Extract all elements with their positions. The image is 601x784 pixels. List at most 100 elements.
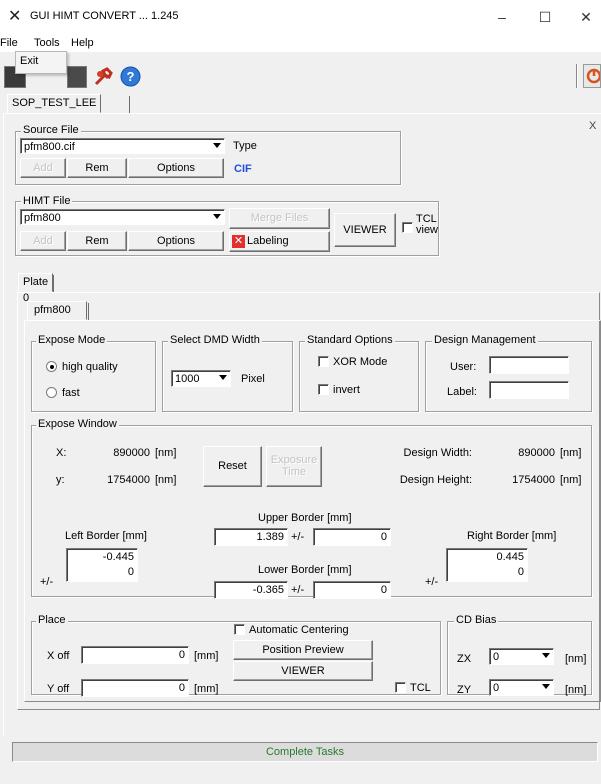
design-height-unit: [nm] bbox=[560, 474, 582, 486]
chevron-down-icon bbox=[219, 375, 227, 380]
himt-file-group-title: HIMT File bbox=[21, 195, 73, 207]
reset-button[interactable]: Reset bbox=[203, 446, 262, 487]
menu-file[interactable]: File bbox=[0, 37, 18, 49]
power-icon[interactable] bbox=[583, 64, 601, 88]
x-off-unit: [mm] bbox=[194, 650, 219, 662]
position-preview-button[interactable]: Position Preview bbox=[233, 640, 373, 660]
type-label: Type bbox=[233, 140, 257, 152]
user-input[interactable] bbox=[489, 356, 569, 374]
fast-radio[interactable] bbox=[46, 387, 57, 398]
labeling-button[interactable]: ✕ Labeling bbox=[229, 231, 330, 252]
x-value: 890000 bbox=[113, 447, 150, 459]
zx-unit: [nm] bbox=[565, 653, 587, 665]
high-quality-radio[interactable] bbox=[46, 361, 57, 372]
auto-centering-label: Automatic Centering bbox=[249, 624, 349, 636]
menu-item-exit[interactable]: Exit bbox=[20, 55, 38, 67]
upper-tolerance-input[interactable]: 0 bbox=[313, 528, 391, 546]
left-border-input[interactable]: -0.445 0 bbox=[66, 548, 138, 582]
lower-border-input[interactable]: -0.365 bbox=[214, 581, 288, 599]
himt-file-select[interactable]: pfm800 bbox=[20, 209, 225, 225]
plate-tab-divider bbox=[53, 275, 54, 292]
dmd-width-group-title: Select DMD Width bbox=[168, 334, 262, 346]
label-label: Label: bbox=[447, 386, 477, 398]
zy-value: 0 bbox=[493, 682, 500, 694]
x-unit: [nm] bbox=[155, 447, 177, 459]
right-pm-label: +/- bbox=[425, 576, 439, 588]
tab-sop-test-lee[interactable]: SOP_TEST_LEE bbox=[7, 94, 102, 113]
design-width-unit: [nm] bbox=[560, 447, 582, 459]
design-height-label: Design Height: bbox=[399, 474, 472, 486]
svg-text:?: ? bbox=[127, 69, 135, 84]
maximize-button[interactable]: ☐ bbox=[527, 4, 563, 30]
merge-files-button[interactable]: Merge Files bbox=[229, 208, 330, 229]
himt-rem-button[interactable]: Rem bbox=[67, 231, 127, 251]
place-viewer-button[interactable]: VIEWER bbox=[233, 661, 373, 681]
xor-mode-label: XOR Mode bbox=[333, 356, 388, 368]
x-label: X: bbox=[56, 447, 67, 459]
auto-centering-checkbox[interactable] bbox=[234, 624, 245, 635]
y-off-input[interactable]: 0 bbox=[81, 679, 189, 697]
dmd-unit-label: Pixel bbox=[241, 373, 265, 385]
design-management-group bbox=[425, 341, 592, 412]
place-tcl-label: TCL bbox=[410, 682, 431, 694]
left-border-label: Left Border [mm] bbox=[65, 530, 147, 542]
dmd-width-select[interactable]: 1000 bbox=[171, 370, 231, 387]
right-border-input[interactable]: 0.445 0 bbox=[446, 548, 528, 582]
lower-pm-label: +/- bbox=[291, 584, 305, 596]
zy-select[interactable]: 0 bbox=[489, 679, 554, 696]
tcl-view-label-line2: view bbox=[416, 224, 439, 236]
chevron-down-icon bbox=[542, 653, 550, 658]
tab-plate-0[interactable]: Plate 0 bbox=[18, 273, 53, 304]
left-border-value: -0.445 bbox=[102, 551, 134, 563]
right-tolerance-value: 0 bbox=[517, 566, 524, 578]
tcl-view-checkbox[interactable] bbox=[402, 222, 413, 233]
himt-add-button[interactable]: Add bbox=[20, 231, 66, 251]
xor-mode-checkbox[interactable] bbox=[318, 356, 329, 367]
exposure-time-button[interactable]: Exposure Time bbox=[266, 446, 322, 487]
lower-tolerance-input[interactable]: 0 bbox=[313, 581, 391, 599]
himt-options-button[interactable]: Options bbox=[128, 231, 224, 251]
source-file-group-title: Source File bbox=[21, 124, 81, 136]
invert-checkbox[interactable] bbox=[318, 384, 329, 395]
left-tolerance-value: 0 bbox=[127, 566, 134, 578]
menu-help[interactable]: Help bbox=[71, 37, 94, 49]
fast-label: fast bbox=[62, 387, 80, 399]
himt-viewer-button[interactable]: VIEWER bbox=[334, 213, 396, 247]
x-off-input[interactable]: 0 bbox=[81, 646, 189, 664]
x-off-label: X off bbox=[47, 650, 70, 662]
design-width-label: Design Width: bbox=[403, 447, 472, 459]
chevron-down-icon bbox=[542, 684, 550, 689]
close-panel-icon[interactable]: X bbox=[589, 120, 596, 132]
minimize-button[interactable]: – bbox=[484, 4, 520, 30]
y-unit: [nm] bbox=[155, 474, 177, 486]
menu-tools[interactable]: Tools bbox=[34, 37, 60, 49]
toolbar-button-2[interactable] bbox=[67, 66, 87, 88]
label-input[interactable] bbox=[489, 381, 569, 399]
source-rem-button[interactable]: Rem bbox=[67, 158, 127, 178]
upper-pm-label: +/- bbox=[291, 531, 305, 543]
design-management-group-title: Design Management bbox=[432, 334, 538, 346]
expose-mode-group-title: Expose Mode bbox=[36, 334, 108, 346]
upper-border-label: Upper Border [mm] bbox=[258, 512, 352, 524]
zx-value: 0 bbox=[493, 651, 500, 663]
zx-select[interactable]: 0 bbox=[489, 648, 554, 665]
design-tab-divider bbox=[88, 303, 89, 320]
place-tcl-checkbox[interactable] bbox=[395, 682, 406, 693]
standard-options-group-title: Standard Options bbox=[305, 334, 395, 346]
exposure-time-line2: Time bbox=[281, 466, 307, 478]
help-icon[interactable]: ? bbox=[120, 66, 141, 87]
y-off-label: Y off bbox=[47, 683, 70, 695]
left-pm-label: +/- bbox=[40, 576, 54, 588]
upper-border-input[interactable]: 1.389 bbox=[214, 528, 288, 546]
source-add-button[interactable]: Add bbox=[20, 158, 66, 178]
tools-wrench-icon[interactable] bbox=[92, 66, 116, 88]
tab-pfm800[interactable]: pfm800 bbox=[27, 301, 87, 320]
y-value: 1754000 bbox=[107, 474, 150, 486]
source-file-select[interactable]: pfm800.cif bbox=[20, 138, 225, 154]
dmd-width-value: 1000 bbox=[175, 373, 200, 385]
tcl-view-label: TCL view bbox=[416, 214, 438, 236]
close-window-button[interactable]: ✕ bbox=[568, 4, 601, 30]
source-options-button[interactable]: Options bbox=[128, 158, 224, 178]
place-group-title: Place bbox=[36, 614, 68, 626]
invert-label: invert bbox=[333, 384, 360, 396]
